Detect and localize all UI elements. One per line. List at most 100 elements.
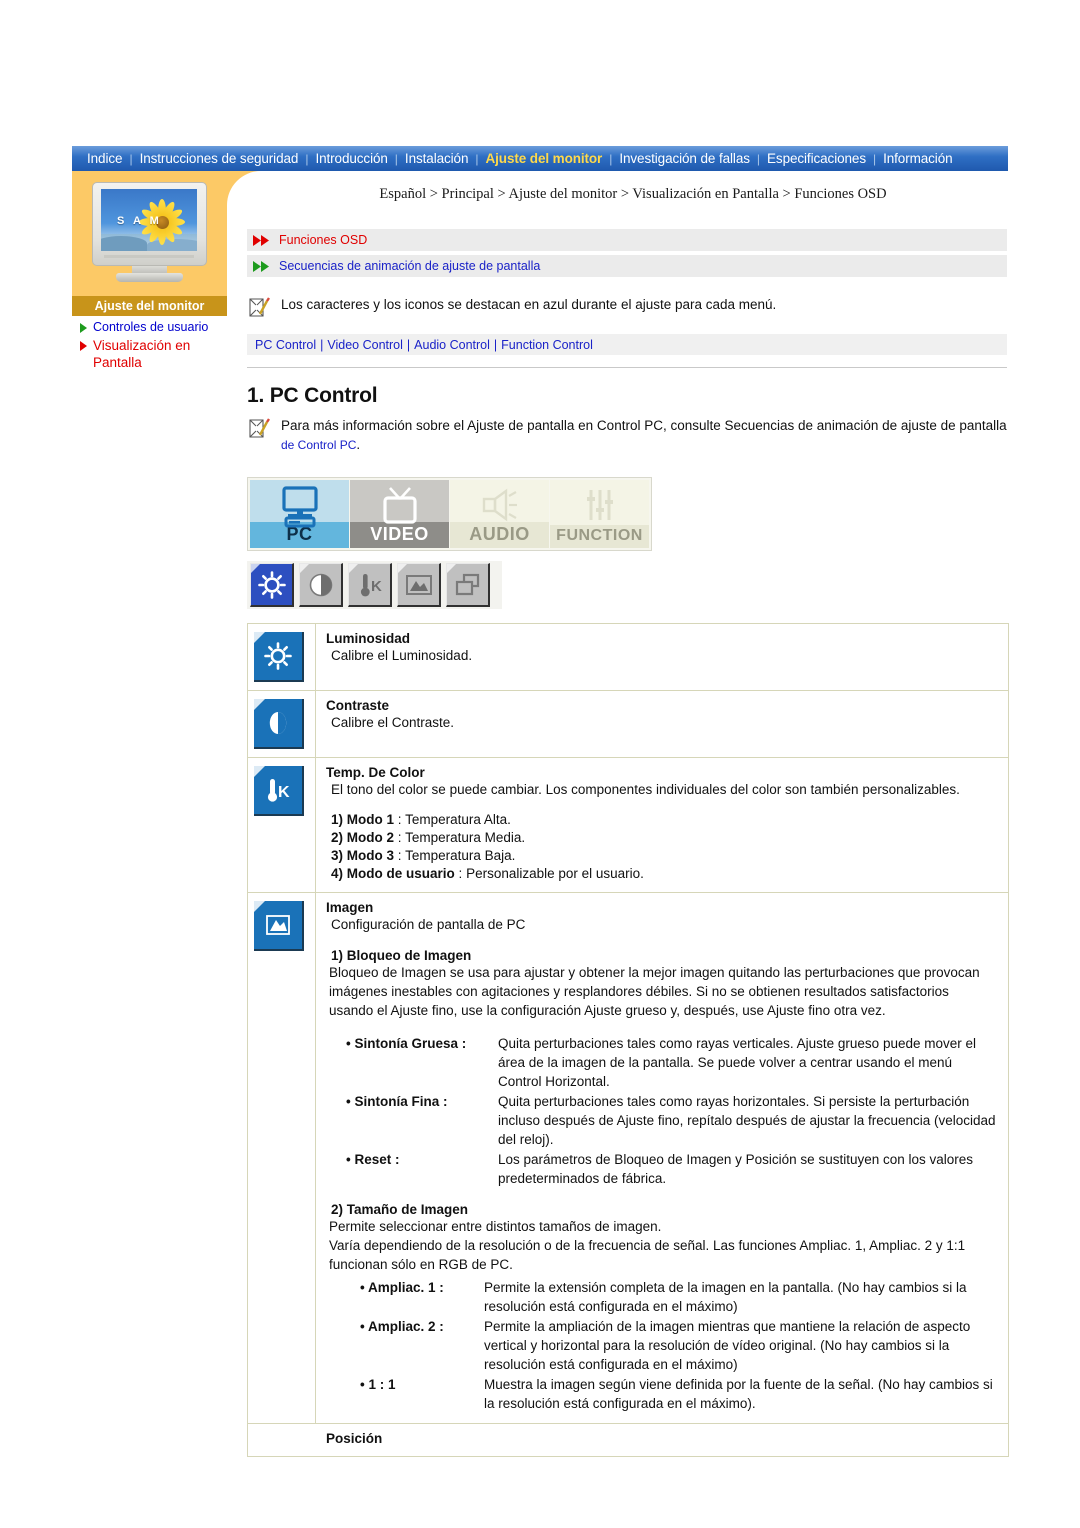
feature-icon-cell: K	[248, 758, 316, 892]
feature-body: Luminosidad Calibre el Luminosidad.	[316, 624, 1008, 690]
list-item: 4) Modo de usuario : Personalizable por …	[326, 865, 996, 883]
feature-icon-cell	[248, 893, 316, 1423]
monitor-brand-text: S A M	[117, 215, 162, 227]
osd-tab-video[interactable]: VIDEO	[350, 480, 449, 548]
note-pencil-icon	[247, 417, 271, 441]
sidebar-item-controles-de-usuario[interactable]: Controles de usuario	[72, 318, 247, 336]
mode-value: Personalizable por el usuario.	[466, 866, 644, 881]
strip-button-image[interactable]	[397, 563, 441, 607]
feature-description: El tono del color se puede cambiar. Los …	[331, 782, 960, 797]
feature-title: Imagen	[326, 900, 374, 915]
strip-button-contrast[interactable]	[299, 563, 343, 607]
monitor-screen: S A M	[101, 189, 197, 251]
section-bar-funciones-osd[interactable]: Funciones OSD	[247, 229, 1007, 251]
nav-item-especificaciones[interactable]: Especificaciones	[760, 151, 873, 166]
sidebar-item-visualizacion-en-pantalla[interactable]: Visualización en Pantalla	[72, 336, 247, 372]
mode-name: Modo de usuario	[346, 866, 455, 881]
section-bar-secuencias-animacion[interactable]: Secuencias de animación de ajuste de pan…	[247, 255, 1007, 277]
sidebar-item-label: Controles de usuario	[93, 320, 209, 334]
double-arrow-right-icon	[253, 260, 271, 272]
link-video-control[interactable]: Video Control	[323, 338, 407, 352]
list-item: • Ampliac. 2 : Permite la ampliación de …	[326, 1317, 996, 1374]
link-function-control[interactable]: Function Control	[497, 338, 597, 352]
osd-icon-strip: K	[247, 561, 502, 609]
table-row: Luminosidad Calibre el Luminosidad.	[248, 624, 1008, 691]
nav-item-introduccion[interactable]: Introducción	[308, 151, 394, 166]
mode-number: 4)	[331, 866, 344, 881]
mode-separator: :	[397, 830, 402, 845]
feature-icon-cell	[248, 691, 316, 757]
link-audio-control[interactable]: Audio Control	[410, 338, 494, 352]
sidebar-section-header: Ajuste del monitor	[72, 296, 227, 316]
definition-description: Muestra la imagen según viene definida p…	[484, 1377, 993, 1411]
sidebar-item-label: Visualización en Pantalla	[93, 338, 191, 370]
definition-term: • Ampliac. 2 :	[360, 1319, 444, 1334]
nav-item-ajuste-del-monitor[interactable]: Ajuste del monitor	[479, 151, 610, 166]
top-navigation-bar: Indice | Instrucciones de seguridad | In…	[72, 146, 1008, 171]
strip-button-position[interactable]	[446, 563, 490, 607]
list-item: • Sintonía Gruesa : Quita perturbaciones…	[326, 1034, 996, 1091]
subsection-paragraph: Bloqueo de Imagen se usa para ajustar y …	[329, 965, 980, 1018]
osd-tab-audio[interactable]: AUDIO	[450, 480, 549, 548]
nav-item-instrucciones-de-seguridad[interactable]: Instrucciones de seguridad	[133, 151, 306, 166]
image-picture-icon	[254, 901, 304, 951]
section-bar-label: Secuencias de animación de ajuste de pan…	[279, 259, 541, 273]
table-row: Contraste Calibre el Contraste.	[248, 691, 1008, 758]
image-picture-icon	[404, 570, 434, 600]
definition-term: • Ampliac. 1 :	[360, 1280, 444, 1295]
monitor-product-image: S A M	[92, 182, 207, 282]
table-row: Imagen Configuración de pantalla de PC 1…	[248, 893, 1008, 1424]
mode-name: Modo 3	[346, 848, 395, 863]
intro-text: Para más información sobre el Ajuste de …	[281, 416, 1007, 455]
feature-title: Contraste	[326, 698, 390, 713]
mode-name: Modo 1	[346, 812, 395, 827]
note-pencil-icon	[247, 296, 271, 320]
table-row: Posición	[248, 1424, 1008, 1456]
desktop-computer-icon	[250, 486, 349, 528]
osd-feature-table: Luminosidad Calibre el Luminosidad. Cont…	[247, 623, 1009, 1457]
nav-item-investigacion-de-fallas[interactable]: Investigación de fallas	[612, 151, 757, 166]
list-item: 1) Modo 1 : Temperatura Alta.	[326, 811, 996, 829]
contrast-half-circle-icon	[254, 699, 304, 749]
notice-block: Los caracteres y los iconos se destacan …	[247, 295, 1007, 320]
control-links-bar: PC Control | Video Control | Audio Contr…	[247, 334, 1007, 355]
strip-button-color-temperature[interactable]: K	[348, 563, 392, 607]
link-de-control-pc[interactable]: de Control PC	[281, 438, 356, 452]
content-column: Español > Principal > Ajuste del monitor…	[247, 186, 1009, 1457]
contrast-half-circle-icon	[306, 570, 336, 600]
mode-value: Temperatura Media.	[405, 830, 526, 845]
nav-item-indice[interactable]: Indice	[80, 151, 129, 166]
osd-tab-function[interactable]: FUNCTION	[550, 480, 649, 548]
bloqueo-definition-list: • Sintonía Gruesa : Quita perturbaciones…	[326, 1034, 996, 1188]
subsection-title-bloqueo-de-imagen: 1) Bloqueo de Imagen	[331, 948, 472, 963]
intro-text-before: Para más información sobre el Ajuste de …	[281, 418, 1007, 433]
strip-button-brightness[interactable]	[250, 563, 294, 607]
nav-item-informacion[interactable]: Información	[876, 151, 959, 166]
link-pc-control[interactable]: PC Control	[251, 338, 320, 352]
section-bar-label: Funciones OSD	[279, 233, 368, 247]
list-item: • Ampliac. 1 : Permite la extensión comp…	[326, 1278, 996, 1316]
definition-term: • Reset :	[346, 1152, 400, 1167]
brightness-sun-icon	[257, 570, 287, 600]
color-mode-list: 1) Modo 1 : Temperatura Alta. 2) Modo 2 …	[326, 811, 996, 883]
nav-item-instalacion[interactable]: Instalación	[398, 151, 475, 166]
feature-body: Contraste Calibre el Contraste.	[316, 691, 1008, 757]
mode-value: Temperatura Alta.	[405, 812, 511, 827]
color-temperature-icon: K	[254, 766, 304, 816]
feature-description: Configuración de pantalla de PC	[331, 917, 526, 932]
monitor-base	[116, 273, 183, 282]
feature-description: Calibre el Luminosidad.	[331, 648, 473, 663]
mode-separator: :	[458, 866, 463, 881]
mode-separator: :	[397, 848, 402, 863]
osd-tab-label: FUNCTION	[550, 525, 649, 548]
definition-description: Quita perturbaciones tales como rayas ve…	[498, 1036, 976, 1089]
speaker-icon	[450, 486, 549, 528]
feature-body: Posición	[316, 1424, 1008, 1456]
osd-tab-pc[interactable]: PC	[250, 480, 349, 548]
television-icon	[350, 486, 449, 528]
position-frames-icon	[453, 570, 483, 600]
mode-separator: :	[397, 812, 402, 827]
tamano-definition-list: • Ampliac. 1 : Permite la extensión comp…	[326, 1278, 996, 1413]
monitor-brand-strip	[104, 255, 194, 258]
mode-number: 3)	[331, 848, 344, 863]
